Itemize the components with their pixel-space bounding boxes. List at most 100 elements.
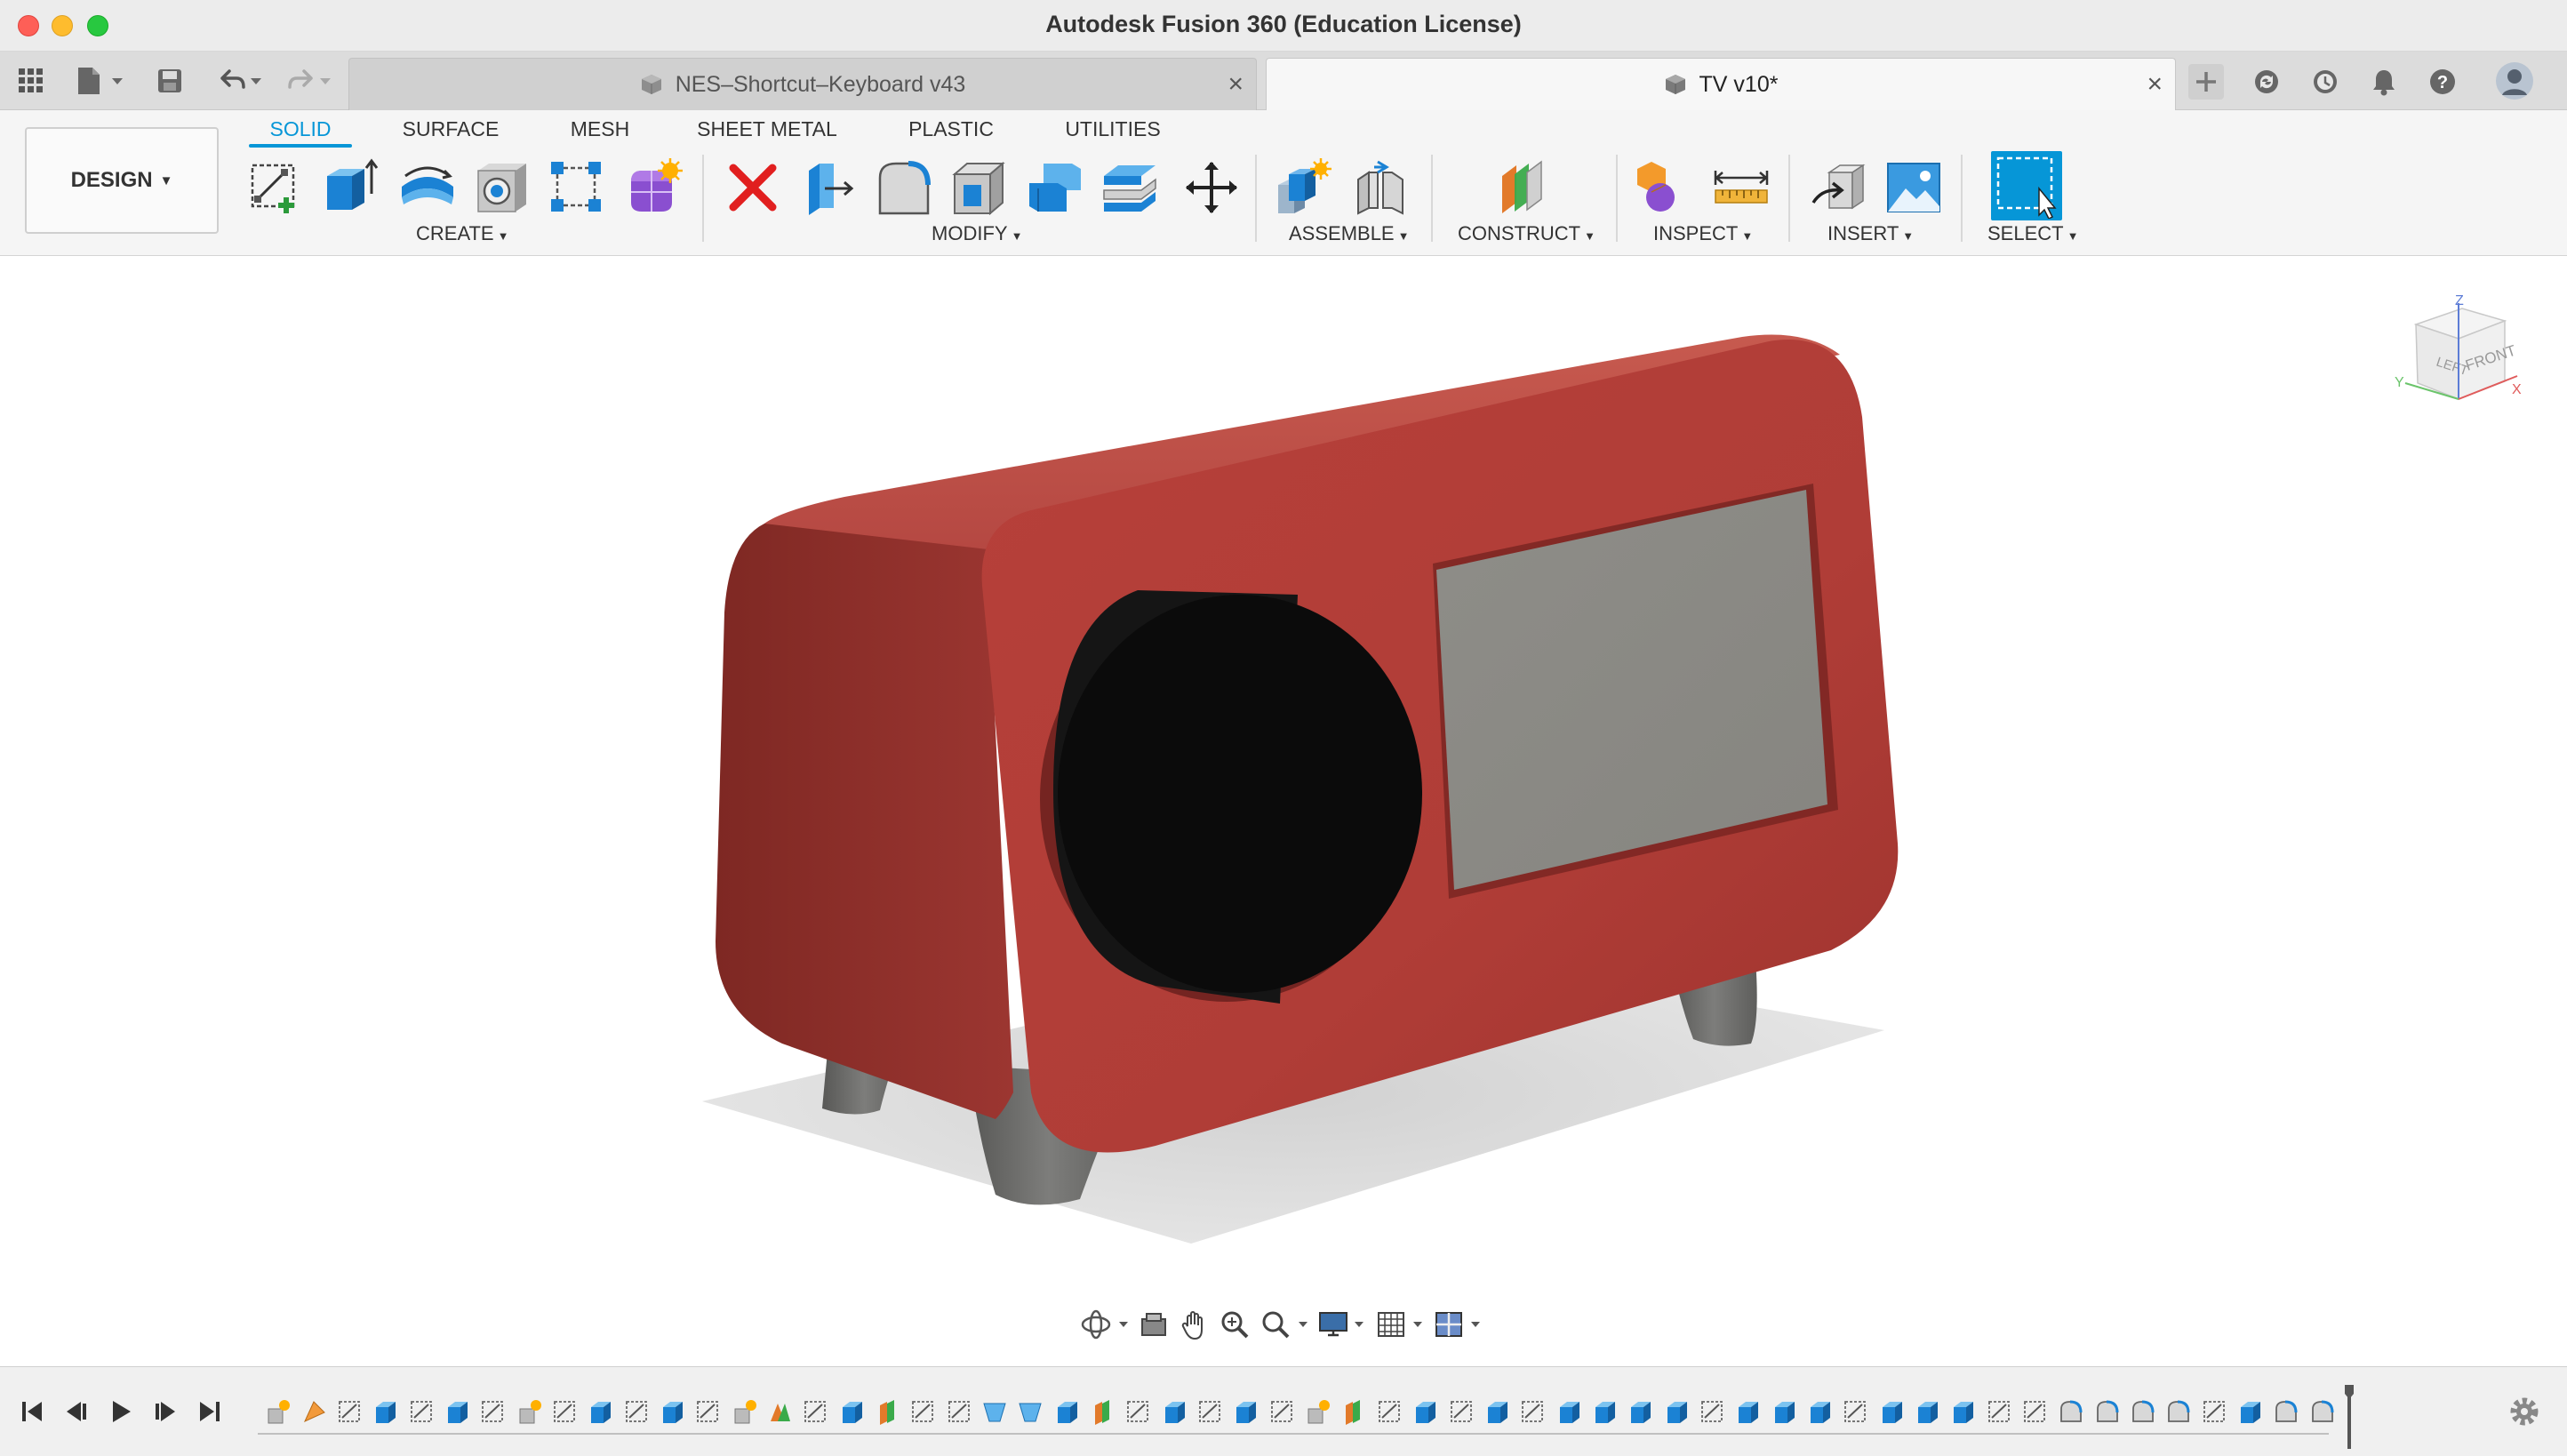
tab-plastic[interactable]: PLASTIC (903, 116, 999, 151)
sketch-feature-icon[interactable] (1443, 1394, 1478, 1429)
notifications-bell-icon[interactable] (2366, 64, 2402, 100)
file-menu-icon[interactable] (73, 64, 126, 98)
revolve-feature-icon[interactable] (2267, 1394, 2303, 1429)
go-to-start-icon[interactable] (16, 1396, 48, 1428)
extrude-feature-icon[interactable] (439, 1394, 475, 1429)
hole-icon[interactable] (471, 156, 533, 219)
form-feature-icon[interactable] (510, 1394, 546, 1429)
extrude-feature-icon[interactable] (1479, 1394, 1515, 1429)
sketch-feature-icon[interactable] (2196, 1394, 2232, 1429)
save-icon[interactable] (155, 64, 185, 98)
app-grid-icon[interactable] (16, 64, 46, 98)
form-feature-icon[interactable] (725, 1394, 761, 1429)
select-icon[interactable] (1991, 151, 2062, 220)
create-sketch-icon[interactable] (244, 156, 306, 219)
pattern-icon[interactable] (546, 156, 608, 219)
extrude-feature-icon[interactable] (1730, 1394, 1765, 1429)
sketch-feature-icon[interactable] (475, 1394, 510, 1429)
combine-feature-icon[interactable] (762, 1394, 797, 1429)
form-feature-icon[interactable] (260, 1394, 295, 1429)
sketch-feature-icon[interactable] (1515, 1394, 1550, 1429)
sync-icon[interactable] (2249, 64, 2284, 100)
extrude-feature-icon[interactable] (2232, 1394, 2267, 1429)
user-avatar[interactable] (2494, 60, 2535, 101)
sketch-feature-icon[interactable] (690, 1394, 725, 1429)
fillet-icon[interactable] (873, 156, 935, 219)
job-status-clock-icon[interactable] (2307, 64, 2343, 100)
sketch-feature-icon[interactable] (797, 1394, 833, 1429)
tab-tv[interactable]: TV v10* × (1266, 58, 2176, 110)
insert-menu[interactable]: INSERT ▼ (1827, 222, 1914, 245)
sketch-feature-icon[interactable] (1264, 1394, 1299, 1429)
sketch-feature-icon[interactable] (403, 1394, 438, 1429)
sketch-feature-icon[interactable] (2017, 1394, 2052, 1429)
tv-model-render[interactable] (0, 257, 2567, 1366)
viewports-icon[interactable] (1434, 1308, 1483, 1340)
tab-sheet-metal[interactable]: SHEET METAL (693, 116, 841, 151)
extrude-icon[interactable] (318, 156, 380, 219)
sketch-feature-icon[interactable] (1837, 1394, 1873, 1429)
revolve-feature-icon[interactable] (2304, 1394, 2339, 1429)
sketch-feature-icon[interactable] (1371, 1394, 1407, 1429)
extrude-feature-icon[interactable] (1587, 1394, 1622, 1429)
orbit-icon[interactable] (1080, 1308, 1130, 1340)
extrude-feature-icon[interactable] (1873, 1394, 1908, 1429)
play-icon[interactable] (105, 1396, 137, 1428)
timeline-settings-gear-icon[interactable] (2507, 1394, 2542, 1429)
extrude-feature-icon[interactable] (1909, 1394, 1945, 1429)
extrude-feature-icon[interactable] (834, 1394, 869, 1429)
tab-solid[interactable]: SOLID (249, 116, 352, 151)
extrude-feature-icon[interactable] (1156, 1394, 1192, 1429)
redo-icon[interactable] (283, 64, 336, 98)
extrude-feature-icon[interactable] (1802, 1394, 1837, 1429)
tab-surface[interactable]: SURFACE (396, 116, 505, 151)
plane-feature-icon[interactable] (869, 1394, 905, 1429)
extrude-feature-icon[interactable] (1765, 1394, 1801, 1429)
press-pull-icon[interactable] (796, 156, 859, 219)
extrude-feature-icon[interactable] (367, 1394, 403, 1429)
shell-icon[interactable] (948, 156, 1010, 219)
tv-knob[interactable] (1058, 595, 1422, 993)
joint-icon[interactable] (1349, 156, 1411, 219)
plane-feature-icon[interactable] (1335, 1394, 1371, 1429)
extrude-feature-icon[interactable] (1550, 1394, 1586, 1429)
create-form-icon[interactable] (622, 156, 684, 219)
sketch-feature-icon[interactable] (332, 1394, 367, 1429)
tab-mesh[interactable]: MESH (560, 116, 640, 151)
shell-feature-icon[interactable] (1012, 1394, 1048, 1429)
extrude-feature-icon[interactable] (582, 1394, 618, 1429)
step-back-icon[interactable] (60, 1396, 92, 1428)
extrude-feature-icon[interactable] (654, 1394, 690, 1429)
workspace-switcher-button[interactable]: DESIGN ▼ (25, 127, 219, 234)
insert-image-icon[interactable] (1883, 156, 1945, 219)
sketch-feature-icon[interactable] (1192, 1394, 1228, 1429)
extrude-feature-icon[interactable] (1049, 1394, 1084, 1429)
sketch-feature-icon[interactable] (905, 1394, 940, 1429)
revolve-icon[interactable] (396, 156, 459, 219)
plane-feature-icon[interactable] (1084, 1394, 1120, 1429)
tab-utilities[interactable]: UTILITIES (1060, 116, 1166, 151)
look-at-icon[interactable] (1138, 1308, 1170, 1340)
new-component-icon[interactable] (1273, 156, 1335, 219)
revolve-feature-icon[interactable] (2124, 1394, 2160, 1429)
grid-settings-icon[interactable] (1376, 1308, 1426, 1340)
zoom-icon[interactable] (1219, 1308, 1251, 1340)
revolve-feature-icon[interactable] (2052, 1394, 2088, 1429)
inspect-menu[interactable]: INSPECT ▼ (1653, 222, 1753, 245)
close-tab-icon[interactable]: × (1228, 71, 1244, 98)
extrude-feature-icon[interactable] (1228, 1394, 1263, 1429)
revolve-feature-icon[interactable] (2089, 1394, 2124, 1429)
sketch-feature-icon[interactable] (1981, 1394, 2017, 1429)
sketch-feature-icon[interactable] (1694, 1394, 1730, 1429)
fillet-feature-icon[interactable] (295, 1394, 331, 1429)
offset-plane-icon[interactable] (1493, 156, 1555, 219)
help-icon[interactable]: ? (2425, 64, 2460, 100)
sketch-feature-icon[interactable] (547, 1394, 582, 1429)
new-tab-plus-icon[interactable] (2188, 64, 2224, 100)
timeline-marker[interactable] (2345, 1385, 2354, 1449)
combine-icon[interactable] (1024, 156, 1086, 219)
form-feature-icon[interactable] (1299, 1394, 1335, 1429)
select-menu[interactable]: SELECT ▼ (1987, 222, 2078, 245)
interference-icon[interactable] (1632, 156, 1694, 219)
viewport-canvas[interactable]: LEFT FRONT Z Y X (0, 257, 2567, 1366)
